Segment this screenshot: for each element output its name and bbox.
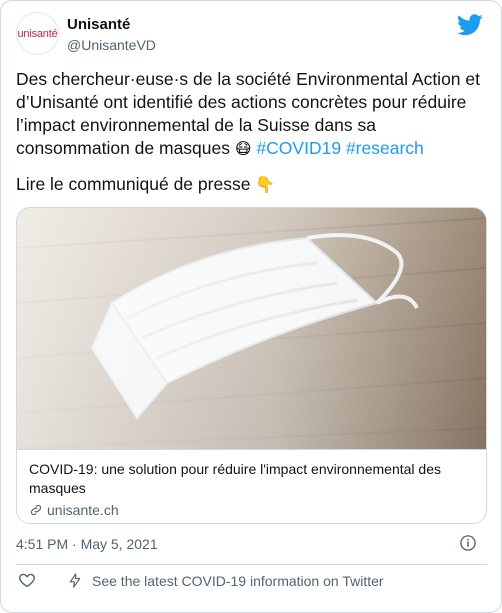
twitter-bird-icon[interactable] (457, 14, 483, 36)
covid-info-link[interactable]: See the latest COVID-19 information on T… (92, 573, 384, 589)
heart-icon[interactable] (18, 571, 36, 589)
pointing-down-emoji: 👇 (255, 177, 276, 194)
tweet-timestamp[interactable]: 4:51 PM · May 5, 2021 (16, 536, 158, 552)
link-preview-card[interactable]: COVID-19: une solution pour réduire l'im… (16, 207, 487, 524)
hashtag-covid19[interactable]: #COVID19 (256, 138, 341, 158)
tweet-text: Des chercheur·euse·s de la société Envir… (16, 68, 486, 161)
author-name[interactable]: Unisanté (67, 16, 130, 33)
link-preview-image (17, 208, 486, 449)
hashtag-research[interactable]: #research (346, 138, 424, 158)
divider (16, 564, 487, 565)
tweet-card[interactable]: unisanté Unisanté @UnisanteVD Des cherch… (0, 0, 502, 613)
avatar[interactable]: unisanté (16, 12, 59, 55)
author-handle[interactable]: @UnisanteVD (67, 37, 156, 53)
press-release-cta: Lire le communiqué de presse 👇 (16, 173, 275, 197)
avatar-logo-text: unisanté (17, 27, 58, 40)
link-domain-text: unisante.ch (47, 502, 119, 518)
lightning-icon[interactable] (67, 572, 83, 589)
cta-text: Lire le communiqué de presse (16, 174, 251, 194)
link-icon (30, 504, 42, 516)
mask-emoji: 😷 (234, 141, 252, 158)
link-domain: unisante.ch (29, 502, 476, 518)
link-title: COVID-19: une solution pour réduire l'im… (29, 461, 442, 496)
info-icon[interactable] (459, 534, 477, 552)
link-preview-meta: COVID-19: une solution pour réduire l'im… (17, 449, 486, 523)
